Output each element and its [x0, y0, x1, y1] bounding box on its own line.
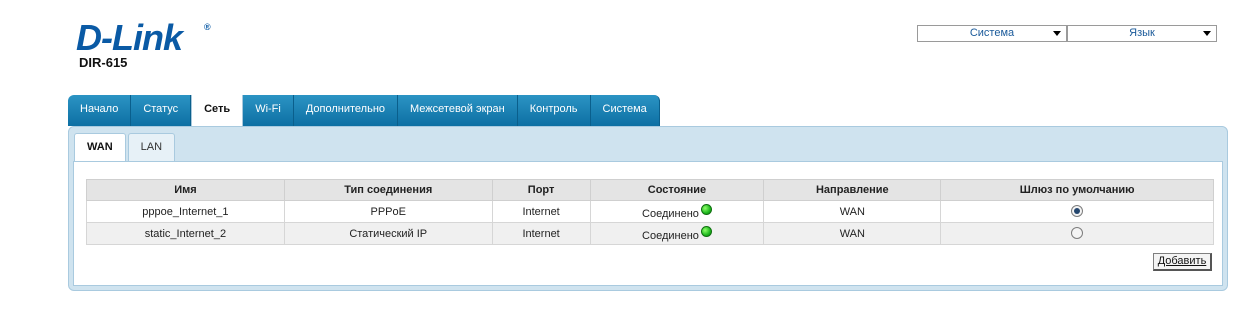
- tab-network[interactable]: Сеть: [191, 95, 244, 127]
- cell-type[interactable]: Статический IP: [283, 222, 493, 245]
- cell-direction[interactable]: WAN: [763, 200, 942, 223]
- table-row[interactable]: static_Internet_2 Статический IP Interne…: [86, 222, 1214, 245]
- subtab-wan[interactable]: WAN: [74, 133, 126, 162]
- cell-default-gateway: [940, 222, 1214, 245]
- cell-port[interactable]: Internet: [491, 222, 591, 245]
- tab-start[interactable]: Начало: [68, 95, 132, 126]
- tab-control[interactable]: Контроль: [517, 95, 591, 126]
- language-select[interactable]: Язык: [1067, 25, 1217, 42]
- system-menu-select[interactable]: Система: [917, 25, 1067, 42]
- add-button[interactable]: Добавить: [1153, 253, 1212, 271]
- col-header-name: Имя: [86, 179, 285, 201]
- tab-firewall[interactable]: Межсетевой экран: [398, 95, 518, 126]
- table-header-row: Имя Тип соединения Порт Состояние Направ…: [86, 179, 1214, 201]
- col-header-default-gateway: Шлюз по умолчанию: [940, 179, 1214, 201]
- col-header-direction: Направление: [763, 179, 942, 201]
- col-header-type: Тип соединения: [283, 179, 493, 201]
- cell-default-gateway: [940, 200, 1214, 223]
- cell-type[interactable]: PPPoE: [283, 200, 493, 223]
- cell-name[interactable]: pppoe_Internet_1: [86, 200, 285, 223]
- dlink-logo: D-Link ®: [76, 17, 211, 58]
- cell-direction[interactable]: WAN: [763, 222, 942, 245]
- content-panel: WAN LAN Имя Тип соединения Порт Состояни…: [68, 126, 1228, 291]
- state-text: Соединено: [642, 229, 699, 242]
- tab-system[interactable]: Система: [590, 95, 660, 126]
- subtab-lan[interactable]: LAN: [127, 133, 176, 161]
- cell-port[interactable]: Internet: [491, 200, 591, 223]
- tab-status[interactable]: Статус: [131, 95, 192, 126]
- default-gateway-radio[interactable]: [1071, 204, 1084, 217]
- registered-mark: ®: [204, 22, 211, 32]
- main-nav-tabs: Начало Статус Сеть Wi-Fi Дополнительно М…: [68, 95, 660, 127]
- tab-advanced[interactable]: Дополнительно: [293, 95, 399, 126]
- logo-text: D-Link: [76, 17, 183, 58]
- cell-name[interactable]: static_Internet_2: [86, 222, 285, 245]
- state-text: Соединено: [642, 207, 699, 220]
- table-row[interactable]: pppoe_Internet_1 PPPoE Internet Соединен…: [86, 200, 1214, 223]
- chevron-down-icon: [1053, 31, 1061, 36]
- tab-wifi[interactable]: Wi-Fi: [243, 95, 294, 126]
- device-model: DIR-615: [79, 55, 128, 70]
- status-ok-icon: [700, 225, 712, 237]
- cell-state[interactable]: Соединено: [589, 200, 765, 223]
- system-menu-label: Система: [969, 27, 1015, 39]
- chevron-down-icon: [1203, 31, 1211, 36]
- col-header-port: Порт: [491, 179, 591, 201]
- language-select-label: Язык: [1129, 27, 1155, 39]
- wan-connections-area: Имя Тип соединения Порт Состояние Направ…: [73, 161, 1223, 286]
- status-ok-icon: [700, 203, 712, 215]
- cell-state[interactable]: Соединено: [589, 222, 765, 245]
- col-header-state: Состояние: [589, 179, 765, 201]
- wan-connections-table: Имя Тип соединения Порт Состояние Направ…: [86, 179, 1214, 245]
- default-gateway-radio[interactable]: [1071, 226, 1084, 239]
- sub-tabs: WAN LAN: [74, 133, 177, 162]
